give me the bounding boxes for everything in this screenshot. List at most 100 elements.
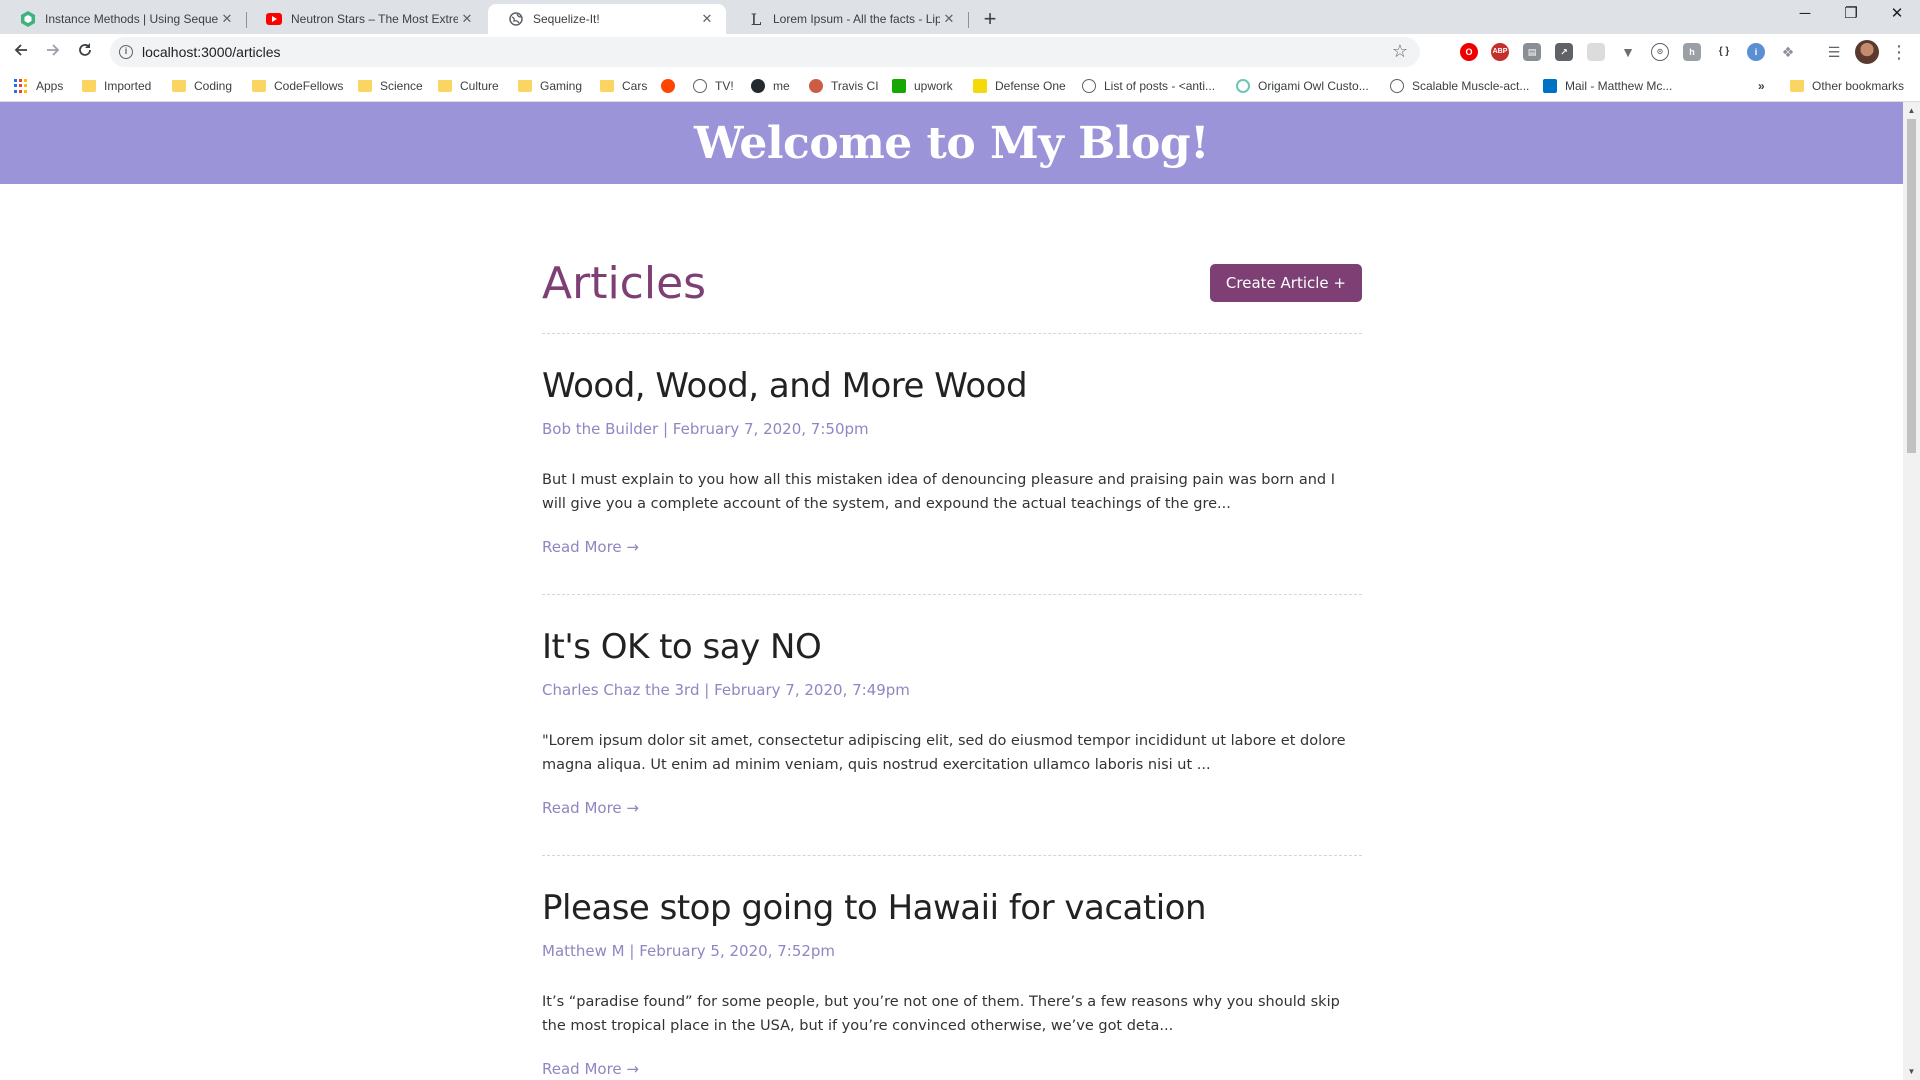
bookmark-reddit[interactable] bbox=[661, 77, 683, 95]
avatar[interactable] bbox=[1855, 40, 1879, 64]
bookmark-label: Mail - Matthew Mc... bbox=[1565, 79, 1673, 93]
opera-icon[interactable]: O bbox=[1460, 43, 1478, 61]
bookmark-label: Other bookmarks bbox=[1812, 79, 1905, 93]
extension-icon[interactable]: ↗ bbox=[1555, 43, 1573, 61]
forward-arrow-icon bbox=[47, 44, 60, 56]
reload-button[interactable] bbox=[72, 39, 98, 65]
close-icon[interactable]: ✕ bbox=[218, 11, 236, 27]
tab-instance-methods[interactable]: Instance Methods | Using Sequelize ✕ bbox=[0, 4, 246, 34]
defense-one-icon bbox=[973, 79, 987, 93]
bookmark-label: CodeFellows bbox=[274, 79, 344, 93]
globe-icon bbox=[1082, 79, 1096, 93]
bookmark-defense-one[interactable]: Defense One bbox=[973, 77, 1066, 95]
bookmark-list-of-posts[interactable]: List of posts - <anti... bbox=[1082, 77, 1215, 95]
bookmark-scalable-muscle[interactable]: Scalable Muscle-act... bbox=[1390, 77, 1529, 95]
star-icon[interactable]: ☆ bbox=[1392, 41, 1408, 62]
tab-neutron-stars[interactable]: Neutron Stars – The Most Extreme ✕ bbox=[246, 4, 486, 34]
tab-lorem-ipsum[interactable]: L Lorem Ipsum - All the facts - Lipsum ✕ bbox=[728, 4, 968, 34]
article-excerpt: "Lorem ipsum dolor sit amet, consectetur… bbox=[542, 733, 1346, 773]
globe-icon bbox=[1390, 79, 1404, 93]
browser-toolbar: i localhost:3000/articles ☆ O ABP ▤ ↗ ▼ … bbox=[0, 34, 1920, 70]
folder-icon bbox=[438, 80, 452, 92]
adblock-icon[interactable]: ABP bbox=[1491, 43, 1509, 61]
article-meta: Matthew M | February 5, 2020, 7:52pm bbox=[542, 942, 836, 960]
json-viewer-icon[interactable]: { } bbox=[1715, 43, 1733, 61]
youtube-icon bbox=[266, 11, 282, 27]
article-item: It's OK to say NO Charles Chaz the 3rd |… bbox=[542, 595, 1362, 856]
bookmark-label: Cars bbox=[622, 79, 648, 93]
bookmarks-overflow-button[interactable]: » bbox=[1758, 77, 1765, 95]
close-icon[interactable]: ✕ bbox=[940, 11, 958, 27]
info-icon[interactable]: i bbox=[119, 45, 133, 59]
extension-icon[interactable]: ⊙ bbox=[1651, 43, 1669, 61]
bookmark-origami-owl[interactable]: Origami Owl Custo... bbox=[1236, 77, 1369, 95]
close-icon[interactable]: ✕ bbox=[698, 11, 716, 27]
upwork-icon bbox=[892, 79, 906, 93]
tab-sequelize-it[interactable]: Sequelize-It! ✕ bbox=[488, 4, 726, 34]
github-icon bbox=[751, 79, 765, 93]
dropbox-icon[interactable]: ❖ bbox=[1779, 43, 1797, 61]
bookmark-label: TV! bbox=[715, 79, 734, 93]
article-meta: Bob the Builder | February 7, 2020, 7:50… bbox=[542, 420, 869, 438]
bookmark-imported[interactable]: Imported bbox=[82, 77, 151, 95]
page-scrollbar[interactable]: ▲ ▼ bbox=[1903, 102, 1920, 1080]
scroll-thumb[interactable] bbox=[1907, 119, 1916, 453]
bookmark-label: Gaming bbox=[540, 79, 583, 93]
bookmark-cars[interactable]: Cars bbox=[600, 77, 647, 95]
extension-icon[interactable] bbox=[1587, 43, 1605, 61]
address-bar[interactable]: i localhost:3000/articles ☆ bbox=[110, 37, 1420, 67]
back-button[interactable] bbox=[8, 39, 34, 65]
read-more-link[interactable]: Read More → bbox=[542, 538, 639, 556]
bookmark-coding[interactable]: Coding bbox=[172, 77, 232, 95]
read-more-link[interactable]: Read More → bbox=[542, 799, 639, 817]
scroll-up-arrow-icon[interactable]: ▲ bbox=[1903, 102, 1920, 119]
page-viewport: Welcome to My Blog! Articles Create Arti… bbox=[0, 102, 1903, 1080]
folder-icon bbox=[1790, 80, 1804, 92]
minimize-button[interactable]: ─ bbox=[1782, 0, 1828, 30]
extension-icon[interactable]: i bbox=[1747, 43, 1765, 61]
extension-icon[interactable]: ▤ bbox=[1523, 43, 1541, 61]
extension-icon[interactable]: h bbox=[1683, 43, 1701, 61]
bookmark-mail[interactable]: Mail - Matthew Mc... bbox=[1543, 77, 1672, 95]
folder-icon bbox=[600, 80, 614, 92]
forward-button[interactable] bbox=[40, 39, 66, 65]
folder-icon bbox=[518, 80, 532, 92]
bookmark-culture[interactable]: Culture bbox=[438, 77, 499, 95]
bookmark-tv[interactable]: TV! bbox=[693, 77, 734, 95]
article-title[interactable]: Wood, Wood, and More Wood bbox=[542, 366, 1028, 406]
article-title[interactable]: It's OK to say NO bbox=[542, 627, 822, 667]
bookmark-me[interactable]: me bbox=[751, 77, 790, 95]
bookmark-codefellows[interactable]: CodeFellows bbox=[252, 77, 343, 95]
article-meta: Charles Chaz the 3rd | February 7, 2020,… bbox=[542, 681, 910, 699]
scroll-down-arrow-icon[interactable]: ▼ bbox=[1903, 1063, 1920, 1080]
read-more-link[interactable]: Read More → bbox=[542, 1060, 639, 1078]
vue-devtools-icon[interactable]: ▼ bbox=[1619, 43, 1637, 61]
outlook-icon bbox=[1543, 79, 1557, 93]
globe-icon bbox=[693, 79, 707, 93]
bookmark-upwork[interactable]: upwork bbox=[892, 77, 953, 95]
lipsum-icon: L bbox=[750, 9, 762, 29]
bookmark-science[interactable]: Science bbox=[358, 77, 423, 95]
bookmark-label: Scalable Muscle-act... bbox=[1412, 79, 1530, 93]
bookmark-other-bookmarks[interactable]: Other bookmarks bbox=[1790, 77, 1904, 95]
tab-title: Neutron Stars – The Most Extreme bbox=[291, 12, 458, 26]
folder-icon bbox=[358, 80, 372, 92]
close-icon[interactable]: ✕ bbox=[458, 11, 476, 27]
reading-list-icon[interactable]: ☰ bbox=[1825, 43, 1843, 61]
restore-button[interactable]: ❐ bbox=[1828, 0, 1874, 30]
tab-title: Instance Methods | Using Sequelize bbox=[45, 12, 218, 26]
article-title[interactable]: Please stop going to Hawaii for vacation bbox=[542, 888, 1207, 928]
create-article-button[interactable]: Create Article + bbox=[1209, 264, 1362, 302]
tab-title: Sequelize-It! bbox=[533, 12, 600, 26]
bookmark-travis-ci[interactable]: Travis CI bbox=[809, 77, 879, 95]
bookmark-label: Travis CI bbox=[831, 79, 879, 93]
bookmark-apps[interactable]: Apps bbox=[14, 77, 63, 95]
page-title: Articles bbox=[542, 258, 707, 309]
new-tab-button[interactable]: + bbox=[976, 6, 1004, 34]
menu-icon[interactable]: ⋮ bbox=[1890, 39, 1908, 65]
url-text: localhost:3000/articles bbox=[142, 44, 281, 60]
folder-icon bbox=[252, 80, 266, 92]
bookmark-label: Imported bbox=[104, 79, 152, 93]
close-window-button[interactable]: ✕ bbox=[1874, 0, 1920, 30]
bookmark-gaming[interactable]: Gaming bbox=[518, 77, 582, 95]
